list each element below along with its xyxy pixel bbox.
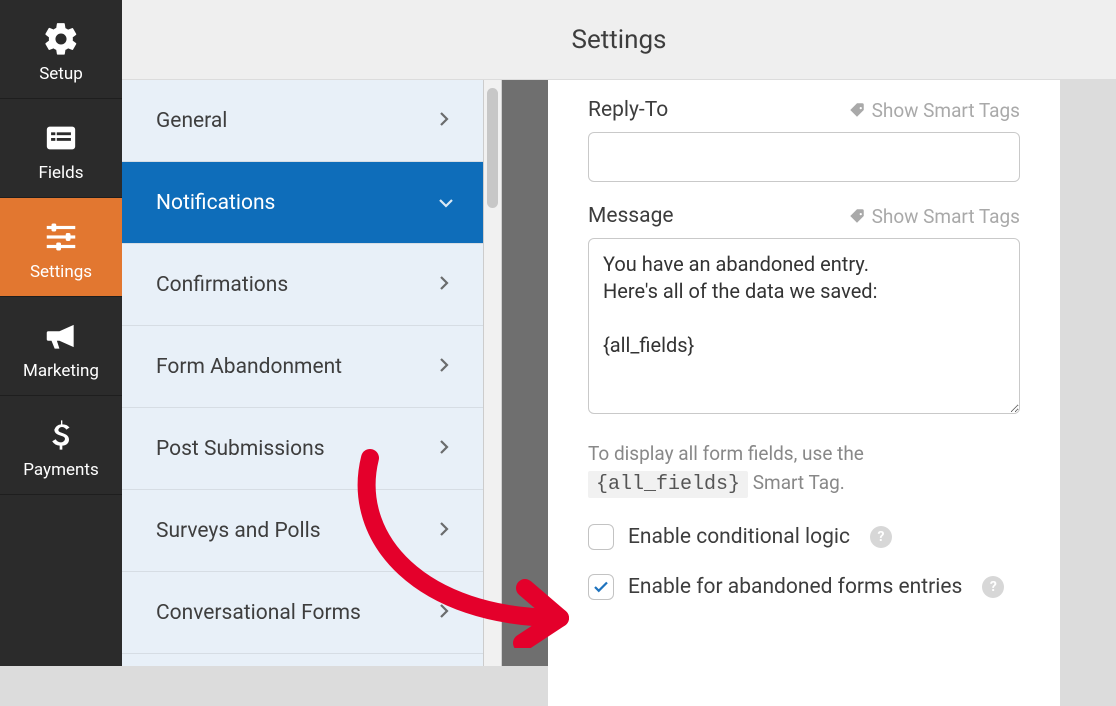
nav-item-setup[interactable]: Setup [0, 0, 122, 99]
message-field: Message Show Smart Tags [588, 204, 1020, 418]
chevron-right-icon [439, 273, 449, 297]
nav-item-settings[interactable]: Settings [0, 198, 122, 297]
nav-label: Fields [0, 163, 122, 183]
nav-label: Setup [0, 64, 122, 84]
reply-to-input[interactable] [588, 132, 1020, 182]
settings-item-label: Confirmations [156, 273, 288, 297]
notification-settings-card: Reply-To Show Smart Tags Message Show Sm… [548, 80, 1060, 706]
scrollbar-thumb[interactable] [487, 88, 498, 208]
settings-item-label: Surveys and Polls [156, 519, 321, 543]
nav-item-fields[interactable]: Fields [0, 99, 122, 198]
tags-icon [848, 207, 866, 225]
tags-icon [848, 101, 866, 119]
settings-item-form-abandonment[interactable]: Form Abandonment [122, 326, 483, 408]
nav-item-marketing[interactable]: Marketing [0, 297, 122, 396]
subnav-scrollbar[interactable] [484, 80, 502, 666]
nav-label: Settings [0, 262, 122, 282]
smart-tags-label: Show Smart Tags [872, 99, 1020, 122]
settings-subnav: General Notifications Confirmations Form… [122, 80, 484, 666]
message-smart-tags-toggle[interactable]: Show Smart Tags [848, 205, 1020, 228]
help-icon[interactable]: ? [870, 526, 892, 548]
reply-to-label: Reply-To [588, 98, 668, 122]
abandoned-entries-row: Enable for abandoned forms entries ? [588, 574, 1020, 600]
gear-icon [0, 18, 122, 60]
bullhorn-icon [0, 315, 122, 357]
chevron-right-icon [439, 519, 449, 543]
settings-item-label: Conversational Forms [156, 601, 361, 625]
reply-to-field: Reply-To Show Smart Tags [588, 98, 1020, 182]
settings-item-label: Notifications [156, 191, 275, 215]
settings-item-post-submissions[interactable]: Post Submissions [122, 408, 483, 490]
primary-nav: Setup Fields Settings Marketing Payments [0, 0, 122, 666]
settings-item-confirmations[interactable]: Confirmations [122, 244, 483, 326]
help-icon[interactable]: ? [982, 576, 1004, 598]
sliders-icon [0, 216, 122, 258]
chevron-right-icon [439, 437, 449, 461]
chevron-down-icon [432, 198, 456, 208]
smart-tags-label: Show Smart Tags [872, 205, 1020, 228]
chevron-right-icon [439, 355, 449, 379]
hint-suffix: Smart Tag. [753, 471, 845, 494]
settings-item-label: Form Abandonment [156, 355, 342, 379]
settings-item-conversational-forms[interactable]: Conversational Forms [122, 572, 483, 654]
settings-item-surveys-polls[interactable]: Surveys and Polls [122, 490, 483, 572]
hint-prefix: To display all form fields, use the [588, 442, 864, 465]
page-title: Settings [572, 25, 667, 55]
chevron-right-icon [439, 109, 449, 133]
nav-label: Payments [0, 460, 122, 480]
settings-item-label: General [156, 109, 227, 133]
settings-item-general[interactable]: General [122, 80, 483, 162]
message-textarea[interactable] [588, 238, 1020, 414]
panel-gutter [502, 80, 548, 666]
page-header: Settings [122, 0, 1116, 80]
abandoned-entries-label: Enable for abandoned forms entries [628, 575, 962, 599]
nav-label: Marketing [0, 361, 122, 381]
conditional-logic-row: Enable conditional logic ? [588, 524, 1020, 550]
conditional-logic-label: Enable conditional logic [628, 525, 850, 549]
conditional-logic-checkbox[interactable] [588, 524, 614, 550]
settings-item-notifications[interactable]: Notifications [122, 162, 483, 244]
message-hint: To display all form fields, use the {all… [588, 440, 1020, 500]
reply-to-smart-tags-toggle[interactable]: Show Smart Tags [848, 99, 1020, 122]
nav-item-payments[interactable]: Payments [0, 396, 122, 495]
settings-item-label: Post Submissions [156, 437, 325, 461]
dollar-icon [0, 414, 122, 456]
chevron-right-icon [439, 601, 449, 625]
hint-code: {all_fields} [588, 471, 748, 498]
abandoned-entries-checkbox[interactable] [588, 574, 614, 600]
list-icon [0, 117, 122, 159]
message-label: Message [588, 204, 674, 228]
